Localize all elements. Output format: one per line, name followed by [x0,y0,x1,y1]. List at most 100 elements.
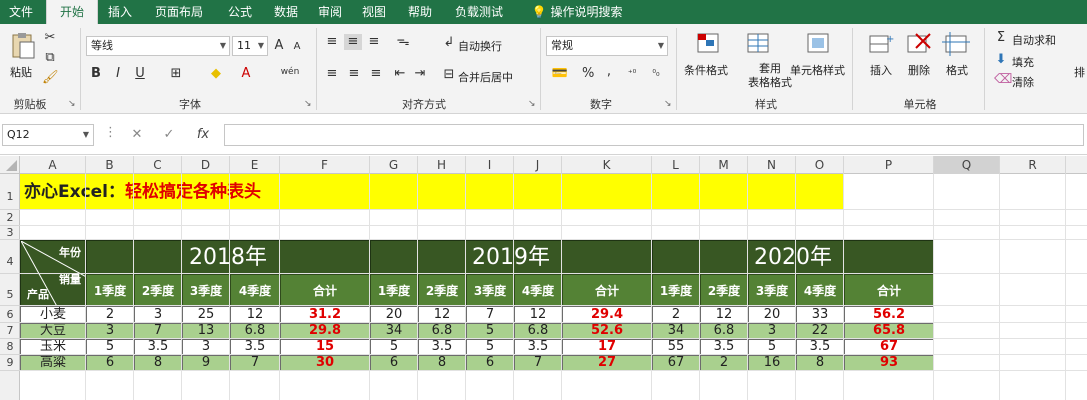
align-middle-icon[interactable]: ≡ [344,34,362,50]
value-cell[interactable]: 8 [418,355,466,371]
clipboard-launcher-icon[interactable]: ↘ [68,99,76,109]
tab-8[interactable]: 帮助 [400,0,440,24]
format-painter-icon[interactable]: 🖌 [42,70,59,86]
value-cell[interactable]: 7 [230,355,280,371]
paste-button[interactable]: 粘贴 [10,64,32,80]
column-header-J[interactable]: J [514,156,562,174]
bold-button[interactable]: B [90,66,102,82]
cell-styles-button[interactable]: 单元格样式 [790,62,845,78]
value-cell[interactable]: 12 [700,306,748,323]
delete-cells-button[interactable]: 删除 [908,62,930,78]
underline-button[interactable]: U [134,66,146,82]
conditional-format-button[interactable]: 条件格式 [684,62,728,78]
value-cell[interactable]: 20 [370,306,418,323]
grow-font-icon[interactable]: A [272,38,286,54]
italic-button[interactable]: I [112,66,124,82]
value-cell[interactable]: 5 [466,323,514,339]
total-cell[interactable]: 67 [844,339,934,355]
format-as-table-button[interactable]: 套用 表格格式 [748,62,792,90]
value-cell[interactable]: 34 [652,323,700,339]
column-header-O[interactable]: O [796,156,844,174]
row-header-3[interactable]: 3 [0,226,20,240]
value-cell[interactable]: 2 [652,306,700,323]
column-header-Q[interactable]: Q [934,156,1000,174]
tab-4[interactable]: 公式 [220,0,260,24]
quarter-header[interactable]: 合计 [844,274,934,306]
insert-cells-icon[interactable]: + [866,30,896,58]
formula-bar-more-icon[interactable]: ⋮ [104,125,117,141]
decrease-indent-icon[interactable]: ⇤ [392,66,408,82]
cut-icon[interactable]: ✂ [42,30,58,46]
wrap-text-icon[interactable]: ↲ [442,35,456,51]
border-icon[interactable]: ⊞ [168,66,184,82]
align-right-icon[interactable]: ≡ [368,66,384,82]
value-cell[interactable]: 5 [466,339,514,355]
total-cell[interactable]: 93 [844,355,934,371]
value-cell[interactable]: 20 [748,306,796,323]
number-format-combo[interactable]: 常规 ▼ [546,36,668,56]
row-header-4[interactable]: 4 [0,240,20,274]
quarter-header[interactable]: 合计 [280,274,370,306]
wrap-text-button[interactable]: 自动换行 [458,38,502,54]
merge-center-button[interactable]: 合并后居中 [458,69,513,85]
column-header-M[interactable]: M [700,156,748,174]
product-cell[interactable]: 小麦 [20,306,86,323]
total-cell[interactable]: 56.2 [844,306,934,323]
value-cell[interactable]: 67 [652,355,700,371]
quarter-header[interactable]: 3季度 [182,274,230,306]
column-header-N[interactable]: N [748,156,796,174]
product-cell[interactable]: 大豆 [20,323,86,339]
row-header-2[interactable]: 2 [0,210,20,226]
column-header-H[interactable]: H [418,156,466,174]
quarter-header[interactable]: 3季度 [748,274,796,306]
column-header-A[interactable]: A [20,156,86,174]
tab-5[interactable]: 数据 [266,0,306,24]
column-header-B[interactable]: B [86,156,134,174]
quarter-header[interactable]: 4季度 [514,274,562,306]
total-cell[interactable]: 31.2 [280,306,370,323]
total-cell[interactable]: 29.8 [280,323,370,339]
tab-1[interactable]: 开始 [46,0,98,24]
column-header-C[interactable]: C [134,156,182,174]
decrease-decimal-icon[interactable]: ⁰₀ [648,66,664,82]
tab-2[interactable]: 插入 [102,0,138,24]
increase-indent-icon[interactable]: ⇥ [412,66,428,82]
tab-0[interactable]: 文件 [0,0,42,24]
row-header-1[interactable]: 1 [0,174,20,210]
column-header-G[interactable]: G [370,156,418,174]
total-cell[interactable]: 17 [562,339,652,355]
quarter-header[interactable]: 2季度 [700,274,748,306]
select-all-button[interactable] [0,156,20,174]
value-cell[interactable]: 8 [134,355,182,371]
value-cell[interactable]: 5 [370,339,418,355]
format-cells-icon[interactable] [942,30,972,58]
insert-cells-button[interactable]: 插入 [870,62,892,78]
clear-button[interactable]: 清除 [1012,74,1034,90]
value-cell[interactable]: 22 [796,323,844,339]
value-cell[interactable]: 25 [182,306,230,323]
font-size-combo[interactable]: 11 ▼ [232,36,268,56]
column-header-R[interactable]: R [1000,156,1066,174]
value-cell[interactable]: 2 [700,355,748,371]
fill-icon[interactable]: ⬇ [994,52,1008,68]
column-header-K[interactable]: K [562,156,652,174]
row-header-5[interactable]: 5 [0,274,20,306]
column-header-F[interactable]: F [280,156,370,174]
number-launcher-icon[interactable]: ↘ [664,99,672,109]
total-cell[interactable]: 29.4 [562,306,652,323]
value-cell[interactable]: 3.5 [418,339,466,355]
row-header-9[interactable]: 9 [0,355,20,371]
quarter-header[interactable]: 4季度 [230,274,280,306]
year-header-1[interactable]: 2019年 [370,240,652,274]
value-cell[interactable]: 3.5 [134,339,182,355]
quarter-header[interactable]: 4季度 [796,274,844,306]
orientation-icon[interactable]: ᯓ [394,34,412,50]
value-cell[interactable]: 12 [514,306,562,323]
font-color-icon[interactable]: A [240,66,252,82]
sort-filter-button[interactable]: 排 [1074,64,1085,80]
value-cell[interactable]: 55 [652,339,700,355]
value-cell[interactable]: 6.8 [418,323,466,339]
value-cell[interactable]: 3.5 [796,339,844,355]
total-cell[interactable]: 65.8 [844,323,934,339]
value-cell[interactable]: 33 [796,306,844,323]
